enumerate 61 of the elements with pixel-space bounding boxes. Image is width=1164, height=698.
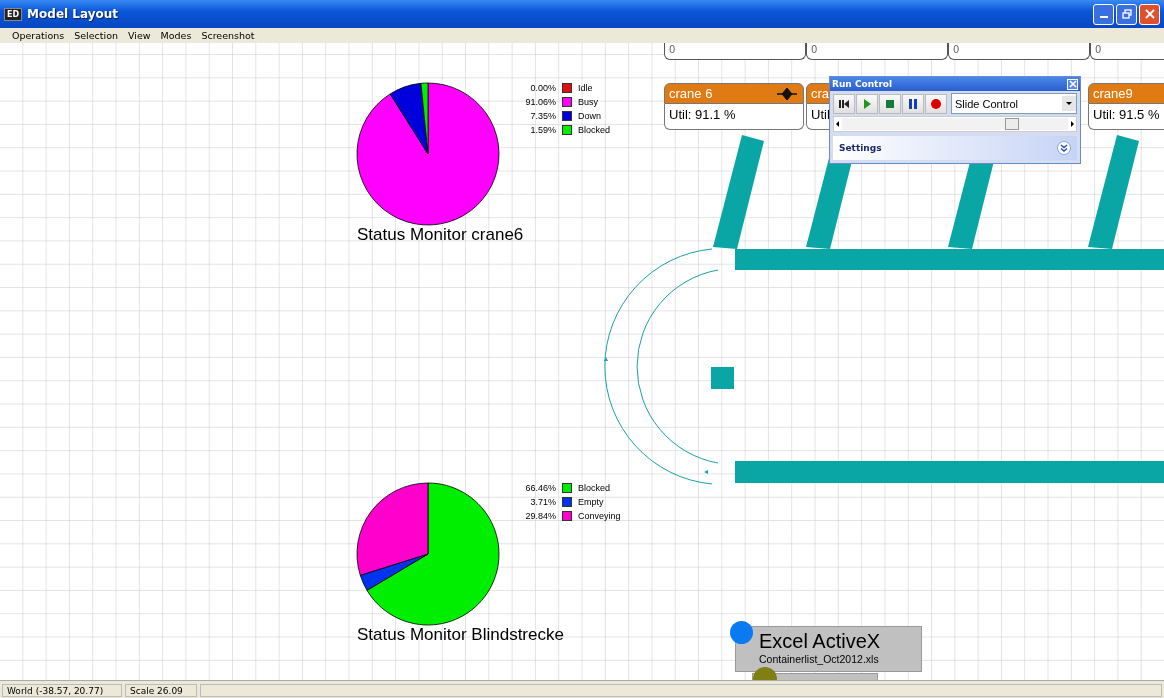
excel-filename: Containerlist_Oct2012.xls bbox=[759, 653, 880, 665]
menu-item[interactable]: View bbox=[128, 30, 151, 41]
legend-percent: 91.06% bbox=[524, 97, 556, 107]
pause-button[interactable] bbox=[902, 93, 924, 114]
reset-button[interactable] bbox=[833, 93, 855, 114]
chart-title: Status Monitor crane6 bbox=[357, 225, 524, 245]
minimize-icon bbox=[1099, 16, 1108, 18]
record-button[interactable] bbox=[925, 93, 947, 114]
legend-label: Down bbox=[578, 111, 601, 121]
stop-button[interactable] bbox=[879, 93, 901, 114]
legend-percent: 29.84% bbox=[524, 511, 556, 521]
minimize-button[interactable] bbox=[1093, 3, 1114, 25]
close-button[interactable] bbox=[1139, 3, 1160, 25]
chart-title: Status Monitor Blindstrecke bbox=[357, 625, 564, 645]
right-arrow-icon bbox=[1068, 118, 1076, 130]
play-icon bbox=[862, 98, 872, 109]
status-text: Scale 26.09 bbox=[125, 683, 197, 697]
legend-label: Blocked bbox=[578, 483, 611, 493]
status-text: World (-38.57, 20.77) bbox=[2, 683, 122, 697]
close-icon bbox=[1144, 9, 1155, 19]
excel-activex-block[interactable]: Excel ActiveX Containerlist_Oct2012.xls bbox=[735, 626, 922, 672]
legend-percent: 7.35% bbox=[529, 111, 556, 121]
panel-title: Run Control bbox=[832, 79, 893, 89]
crane-name: cra bbox=[811, 86, 830, 101]
legend-percent: 3.71% bbox=[529, 497, 556, 507]
diamond-icon bbox=[777, 86, 797, 101]
counter-box: 0 bbox=[948, 43, 1090, 60]
menu-item[interactable]: Selection bbox=[74, 30, 118, 41]
skip-back-icon bbox=[839, 98, 849, 109]
settings-bar[interactable]: Settings bbox=[833, 136, 1077, 160]
slider-thumb[interactable] bbox=[1004, 118, 1019, 130]
stop-icon bbox=[885, 98, 895, 109]
crane-util: Util: 91.1 % bbox=[664, 104, 804, 130]
pause-icon bbox=[908, 98, 918, 109]
crane-name: crane 6 bbox=[669, 86, 713, 101]
legend-label: Busy bbox=[578, 97, 598, 107]
menu-item[interactable]: Modes bbox=[160, 30, 192, 41]
legend-label: Conveying bbox=[578, 511, 621, 521]
menu-item[interactable]: Operations bbox=[12, 30, 65, 41]
speed-slider[interactable] bbox=[833, 116, 1077, 132]
legend-label: Blocked bbox=[578, 125, 611, 135]
restore-icon bbox=[1121, 9, 1132, 19]
counter-box: 0 bbox=[664, 43, 806, 60]
app-icon: ED bbox=[4, 7, 23, 21]
crane-name: crane9 bbox=[1093, 86, 1133, 101]
counter-box: 0 bbox=[1090, 43, 1164, 60]
counter-box: 0 bbox=[806, 43, 948, 60]
window-title: Model Layout bbox=[27, 7, 120, 21]
menu-item[interactable]: Screenshot bbox=[201, 30, 255, 41]
legend-label: Idle bbox=[578, 83, 593, 93]
expand-icon bbox=[1057, 141, 1071, 155]
excel-title: Excel ActiveX bbox=[759, 629, 882, 653]
legend-percent: 1.59% bbox=[529, 125, 556, 135]
mode-dropdown[interactable]: Slide Control bbox=[951, 93, 1077, 114]
close-button[interactable] bbox=[1067, 78, 1078, 90]
legend-percent: 0.00% bbox=[529, 83, 556, 93]
legend-label: Empty bbox=[578, 497, 604, 507]
crane-util: Util: 91.5 % bbox=[1088, 104, 1164, 130]
legend-percent: 66.46% bbox=[524, 483, 556, 493]
record-icon bbox=[931, 98, 941, 109]
restore-button[interactable] bbox=[1116, 3, 1137, 25]
